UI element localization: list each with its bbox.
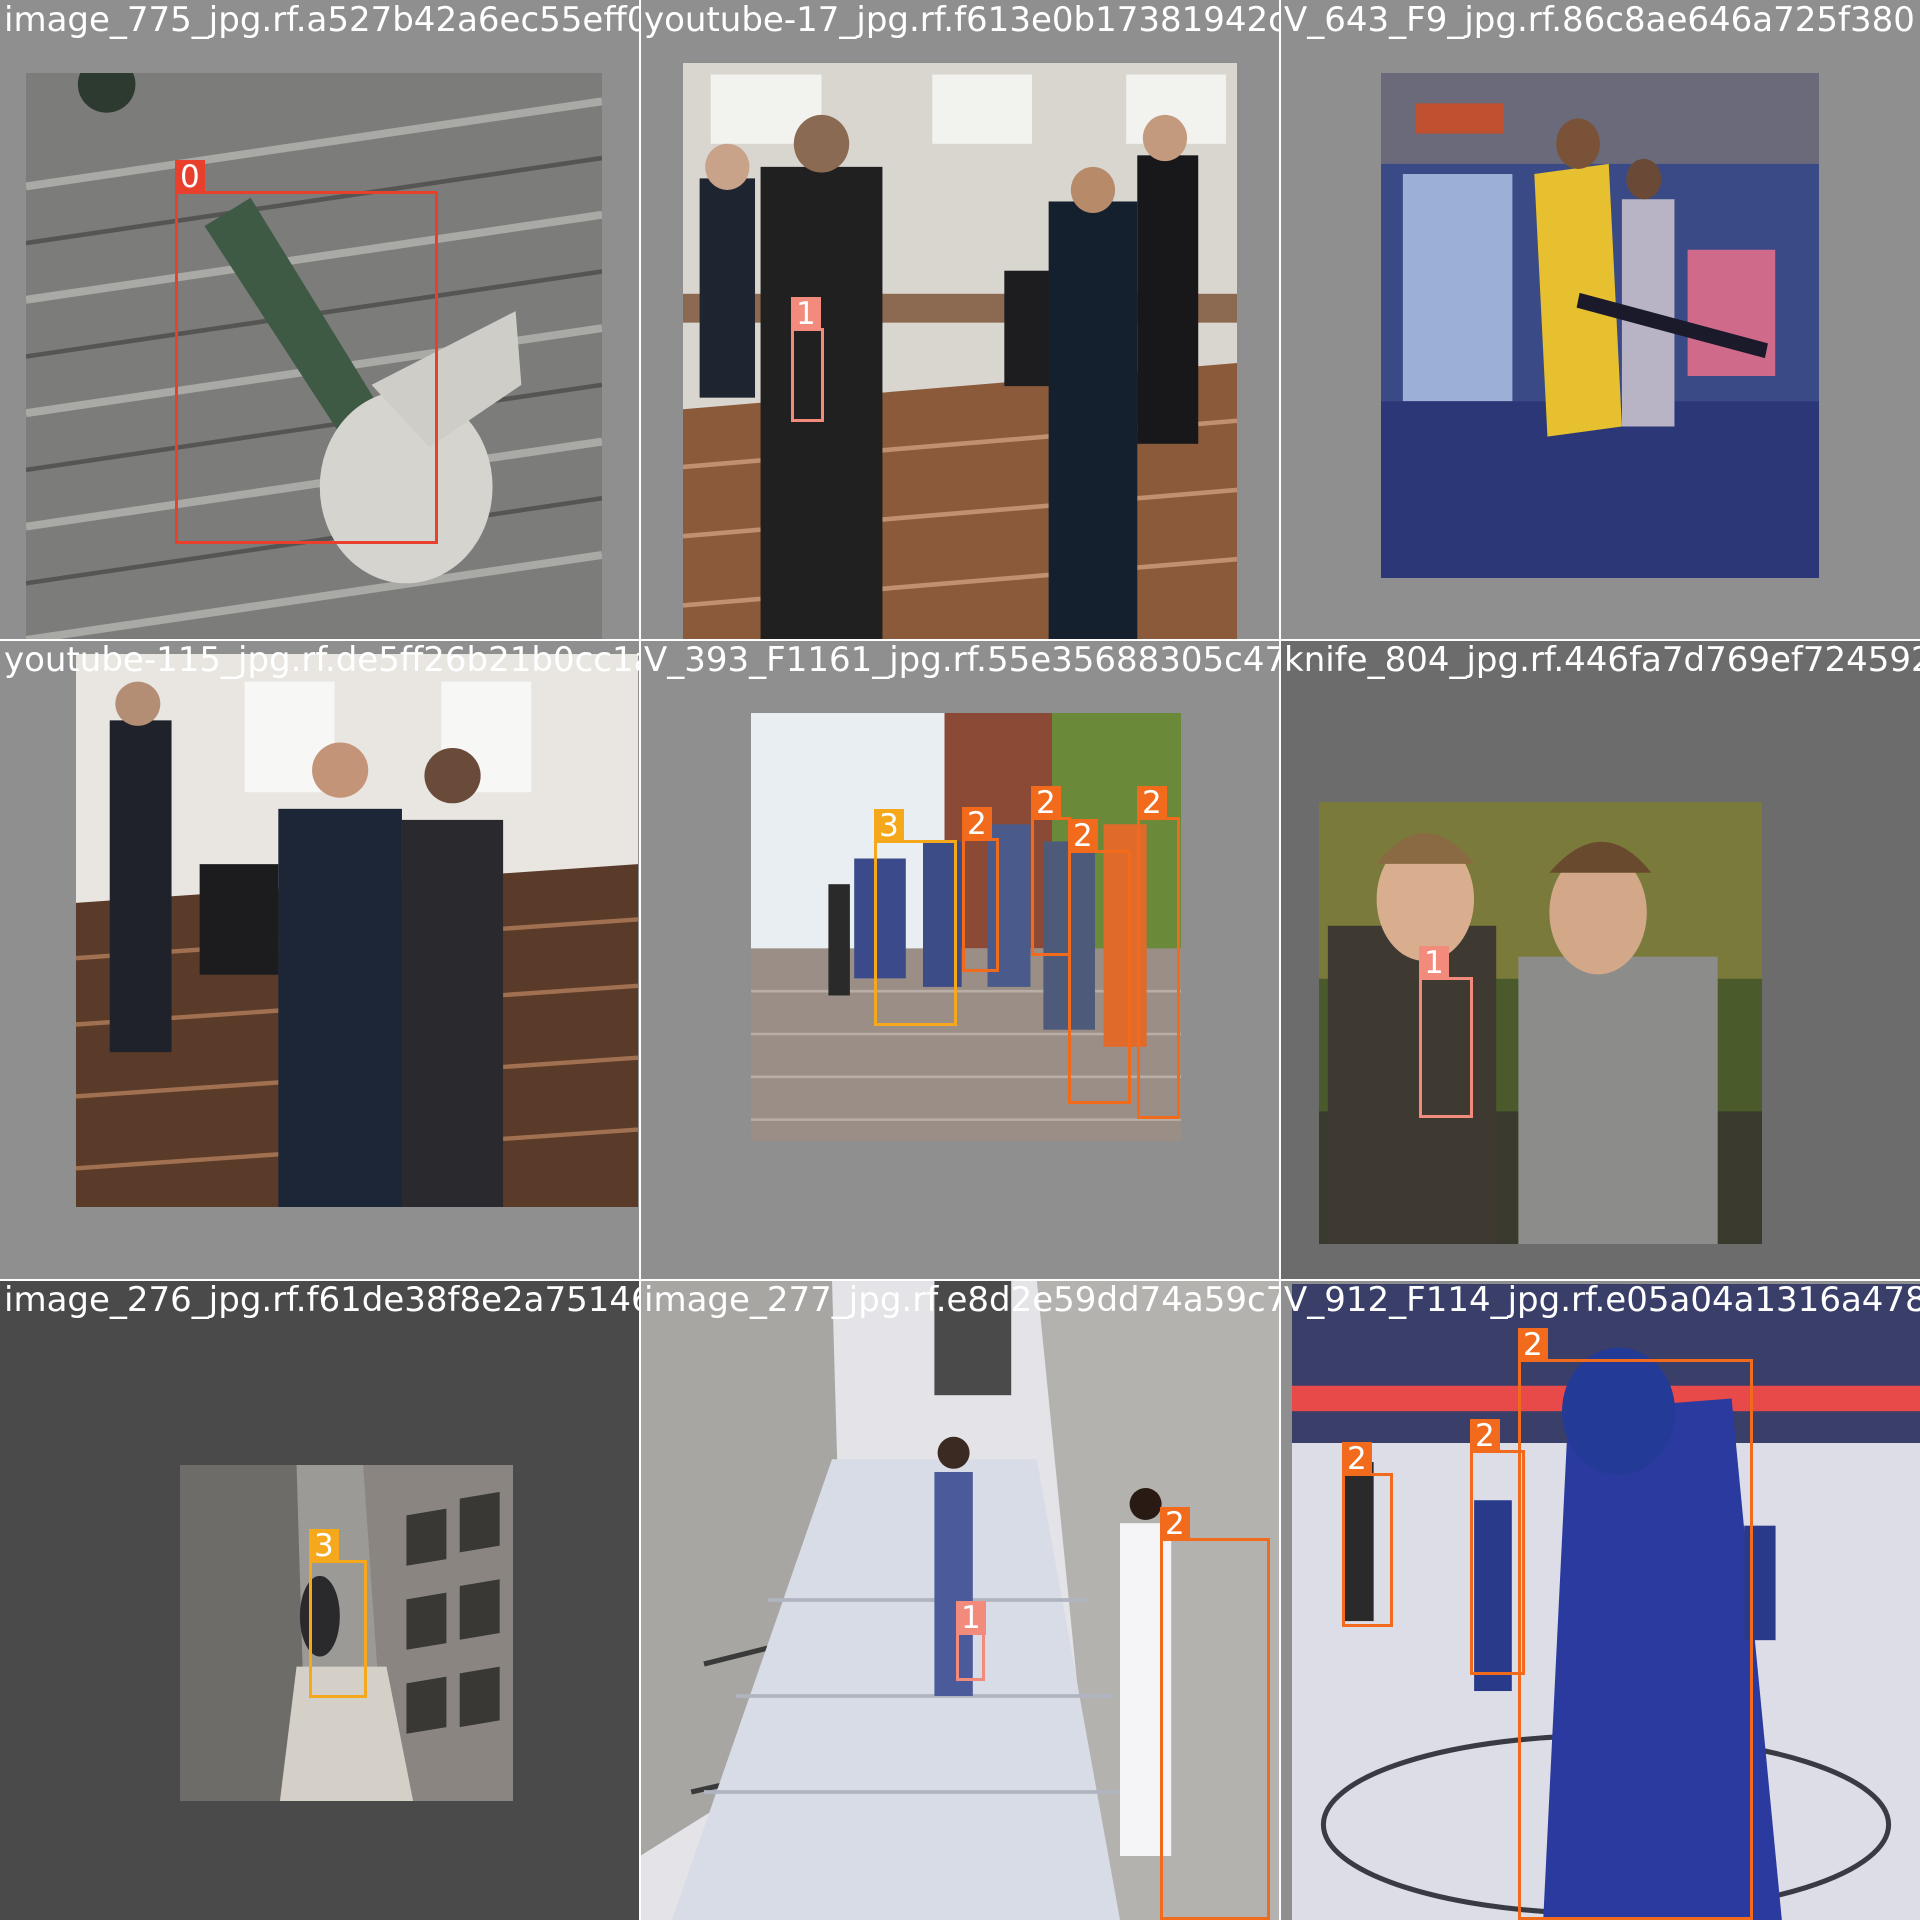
bbox-class-2: 2: [1518, 1328, 1753, 1920]
tile-filename: V_643_F9_jpg.rf.86c8ae646a725f380: [1284, 0, 1915, 40]
tile-filename: youtube-115_jpg.rf.de5ff26b21b0cc1a4e7e7: [4, 640, 640, 680]
tile-5: V_393_F1161_jpg.rf.55e35688305c47f1436d4…: [640, 640, 1280, 1280]
bbox-label: 2: [1342, 1442, 1372, 1476]
bbox-label: 3: [309, 1529, 339, 1563]
detection-mosaic: image_775_jpg.rf.a527b42a6ec55eff02f5e49…: [0, 0, 1920, 1920]
bbox-class-0: 0: [175, 160, 438, 544]
bbox-class-2: 2: [1137, 786, 1180, 1119]
grid-divider: [639, 0, 641, 1920]
tile-filename: knife_804_jpg.rf.446fa7d769ef724592: [1284, 640, 1920, 680]
tile-filename: image_276_jpg.rf.f61de38f8e2a751465f1ed: [4, 1280, 640, 1320]
bbox-class-3: 3: [874, 809, 957, 1026]
bbox-label: 2: [1137, 786, 1167, 820]
tile-photo: [683, 63, 1237, 640]
grid-divider: [1279, 0, 1281, 1920]
tile-9: V_912_F114_jpg.rf.e05a04a1316a478 2 2 2: [1280, 1280, 1920, 1920]
tile-7: image_276_jpg.rf.f61de38f8e2a751465f1ed …: [0, 1280, 640, 1920]
bbox-class-2: 2: [1031, 786, 1071, 956]
bbox-label: 3: [874, 809, 904, 843]
bbox-label: 2: [1160, 1507, 1190, 1541]
bbox-label: 1: [791, 297, 821, 331]
tile-1: image_775_jpg.rf.a527b42a6ec55eff02f5e49…: [0, 0, 640, 640]
bbox-class-1: 1: [1419, 946, 1473, 1118]
bbox-label: 2: [962, 807, 992, 841]
tile-filename: image_277_jpg.rf.e8d2e59dd74a59c7f9f41a: [644, 1280, 1280, 1320]
bbox-label: 2: [1470, 1419, 1500, 1453]
tile-2: youtube-17_jpg.rf.f613e0b17381942c395341…: [640, 0, 1280, 640]
bbox-label: 0: [175, 160, 205, 194]
bbox-class-2: 2: [1342, 1442, 1393, 1627]
tile-photo: [1381, 73, 1819, 578]
bbox-label: 2: [1031, 786, 1061, 820]
bbox-class-2: 2: [962, 807, 999, 972]
bbox-label: 2: [1068, 819, 1098, 853]
bbox-class-1: 1: [791, 297, 824, 422]
tile-photo: [76, 654, 638, 1207]
tile-6: knife_804_jpg.rf.446fa7d769ef724592 1: [1280, 640, 1920, 1280]
bbox-class-2: 2: [1470, 1419, 1525, 1675]
bbox-label: 1: [1419, 946, 1449, 980]
tile-3: V_643_F9_jpg.rf.86c8ae646a725f380: [1280, 0, 1920, 640]
tile-4: youtube-115_jpg.rf.de5ff26b21b0cc1a4e7e7: [0, 640, 640, 1280]
bbox-class-3: 3: [309, 1529, 367, 1698]
tile-filename: V_393_F1161_jpg.rf.55e35688305c47f1436d4…: [644, 640, 1280, 680]
tile-filename: youtube-17_jpg.rf.f613e0b17381942c395341: [644, 0, 1280, 40]
tile-filename: V_912_F114_jpg.rf.e05a04a1316a478: [1284, 1280, 1920, 1320]
bbox-class-2: 2: [1160, 1507, 1270, 1920]
bbox-label: 2: [1518, 1328, 1548, 1362]
tile-filename: image_775_jpg.rf.a527b42a6ec55eff02f5e49…: [4, 0, 640, 40]
bbox-class-1: 1: [956, 1601, 986, 1681]
bbox-label: 1: [956, 1601, 986, 1635]
tile-photo: [1319, 802, 1762, 1244]
bbox-class-2: 2: [1068, 819, 1131, 1104]
tile-8: image_277_jpg.rf.e8d2e59dd74a59c7f9f41a …: [640, 1280, 1280, 1920]
